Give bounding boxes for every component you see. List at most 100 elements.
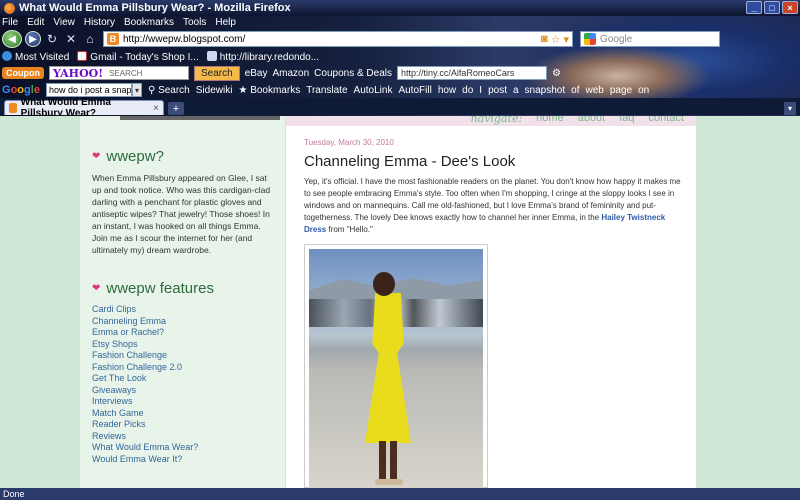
menu-bookmarks[interactable]: Bookmarks [124,17,174,29]
maximize-button[interactable]: □ [764,1,780,14]
feature-link[interactable]: Fashion Challenge [92,350,198,362]
url-bar[interactable]: B http://wwepw.blogspot.com/ ◙ ☆ ▾ [103,31,573,47]
chevron-down-icon[interactable]: ▾ [131,83,142,97]
coupons-deals-link[interactable]: Coupons & Deals [314,68,392,79]
gear-icon[interactable]: ⚙ [552,68,561,79]
autofill-button[interactable]: AutoFill [398,85,431,96]
photo-shoes [375,479,403,485]
translate-button[interactable]: Translate [306,85,347,96]
coupon-badge[interactable]: Coupon [2,67,44,79]
nav-about-link[interactable]: about [578,116,606,125]
highlight-term-a[interactable]: a [513,85,519,96]
search-box[interactable]: Google [580,31,720,47]
feature-link[interactable]: Reader Picks [92,419,198,431]
feature-link[interactable]: What Would Emma Wear? [92,442,198,454]
firefox-icon [4,2,15,14]
menu-help[interactable]: Help [215,17,236,29]
blog-nav-links: navigate: home about faq contact [471,116,684,125]
post-photo-frame [304,244,488,488]
google-toolbar: Google how do i post a snapsh ▾ ⚲ Search… [0,82,800,98]
yahoo-search-input[interactable]: YAHOO! SEARCH [49,66,189,80]
yahoo-search-button[interactable]: Search [194,65,240,81]
minimize-button[interactable]: _ [746,1,762,14]
yahoo-logo: YAHOO! [53,66,104,80]
highlight-term-web[interactable]: web [585,85,603,96]
sidewiki-button[interactable]: Sidewiki [196,85,233,96]
stop-icon[interactable]: ✕ [63,31,79,47]
google-toolbar-logo: Google [2,84,40,96]
feature-link[interactable]: Get The Look [92,373,198,385]
menu-view[interactable]: View [53,17,75,29]
tiny-url-field[interactable]: http://tiny.cc/AlfaRomeoCars [397,66,547,80]
highlight-term-post[interactable]: post [488,85,507,96]
home-icon[interactable]: ⌂ [82,31,98,47]
close-button[interactable]: × [782,1,798,14]
google-toolbar-search-input[interactable]: how do i post a snapsh [45,83,132,97]
window-controls: _ □ × [746,1,798,14]
feature-link[interactable]: Interviews [92,396,198,408]
autolink-button[interactable]: AutoLink [354,85,393,96]
highlight-term-of[interactable]: of [571,85,579,96]
tab-active[interactable]: What Would Emma Pillsbury Wear? × [4,97,164,119]
new-tab-button[interactable]: + [168,102,184,115]
window-title: What Would Emma Pillsbury Wear? - Mozill… [19,2,291,14]
post-photo[interactable] [309,249,483,488]
amazon-link[interactable]: Amazon [272,68,309,79]
sidebar-intro-text: When Emma Pillsbury appeared on Glee, I … [92,173,271,255]
highlight-term-snapshot[interactable]: snapshot [525,85,566,96]
nav-label: navigate: [470,116,523,125]
feature-link[interactable]: Cardi Clips [92,304,198,316]
bookmarks-button[interactable]: ★ Bookmarks [238,85,300,96]
highlight-term-i[interactable]: I [479,85,482,96]
feature-link[interactable]: Fashion Challenge 2.0 [92,362,198,374]
heart-icon: ❤ [92,283,101,294]
bookmark-star-icon[interactable]: ☆ [551,33,561,46]
features-list: Cardi Clips Channeling Emma Emma or Rach… [92,304,198,465]
web-page: navigate: home about faq contact ❤ wwepw… [0,116,800,488]
bookmark-most-visited[interactable]: Most Visited [2,51,69,63]
menu-history[interactable]: History [84,17,115,29]
google-search-button[interactable]: ⚲ Search [148,85,190,96]
close-tab-icon[interactable]: × [153,103,159,114]
feature-link[interactable]: Giveaways [92,385,198,397]
nav-faq-link[interactable]: faq [619,116,634,125]
post-date: Tuesday, March 30, 2010 [304,138,394,147]
nav-contact-link[interactable]: contact [649,116,684,125]
highlight-term-do[interactable]: do [462,85,473,96]
ie-icon [2,51,12,61]
blog-nav-strip: navigate: home about faq contact [286,116,696,126]
tab-list-icon[interactable]: ▾ [784,102,796,115]
back-arrow-icon[interactable]: ◀ [2,30,22,48]
feature-link[interactable]: Etsy Shops [92,339,198,351]
search-placeholder: Google [600,33,633,45]
navigation-toolbar: ◀ ▶ ↻ ✕ ⌂ B http://wwepw.blogspot.com/ ◙… [0,29,800,49]
highlight-term-page[interactable]: page [610,85,632,96]
blogger-favicon-icon: B [107,33,119,45]
highlight-term-on[interactable]: on [638,85,649,96]
feature-link[interactable]: Channeling Emma [92,316,198,328]
nav-home-link[interactable]: home [536,116,564,125]
feature-link[interactable]: Would Emma Wear It? [92,454,198,466]
feature-link[interactable]: Emma or Rachel? [92,327,198,339]
bookmark-library[interactable]: http://library.redondo... [206,51,319,63]
url-text: http://wwepw.blogspot.com/ [123,33,246,45]
bookmark-gmail[interactable]: Gmail - Today's Shop I... [77,51,199,63]
heart-icon: ❤ [92,151,101,162]
ebay-link[interactable]: eBay [245,68,268,79]
menu-edit[interactable]: Edit [27,17,44,29]
bookmarks-toolbar: Most Visited Gmail - Today's Shop I... h… [0,50,800,64]
rss-feed-icon[interactable]: ◙ [541,33,548,46]
window-titlebar: What Would Emma Pillsbury Wear? - Mozill… [0,0,800,16]
forward-arrow-icon[interactable]: ▶ [25,31,41,47]
photo-legs [379,441,397,481]
highlight-term-how[interactable]: how [438,85,456,96]
feature-link[interactable]: Match Game [92,408,198,420]
menu-file[interactable]: File [2,17,18,29]
dropdown-arrow-icon[interactable]: ▾ [563,33,569,46]
url-bar-actions: ◙ ☆ ▾ [541,33,572,46]
feature-link[interactable]: Reviews [92,431,198,443]
reload-icon[interactable]: ↻ [44,31,60,47]
menu-tools[interactable]: Tools [183,17,206,29]
post-title[interactable]: Channeling Emma - Dee's Look [304,153,515,170]
photo-person-head [373,272,395,296]
